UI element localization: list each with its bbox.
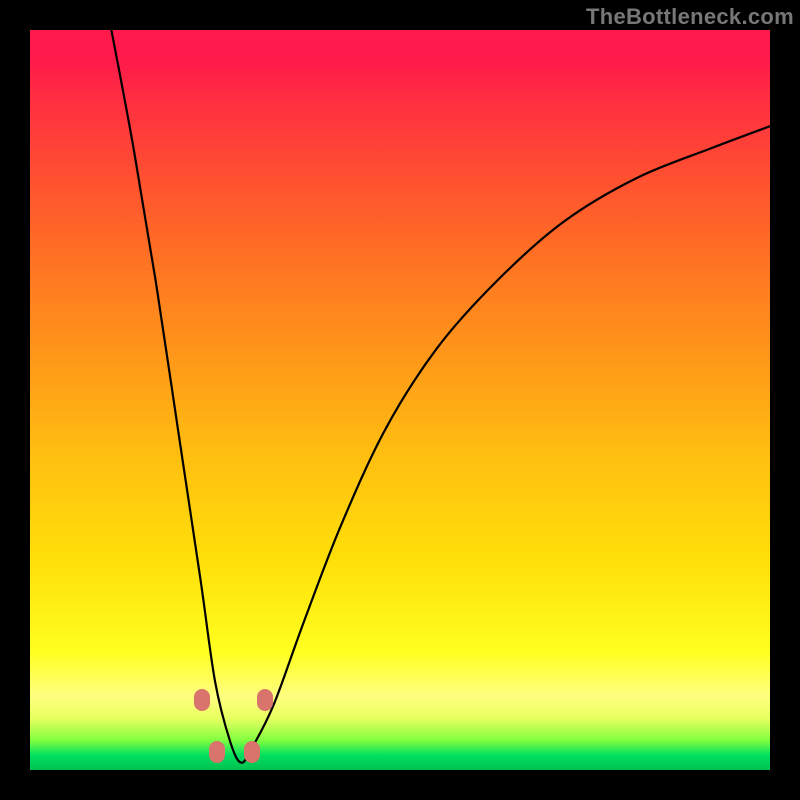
curve-marker-1 — [209, 741, 225, 763]
curve-marker-2 — [244, 741, 260, 763]
curve-marker-0 — [194, 689, 210, 711]
bottleneck-curve — [111, 30, 770, 763]
chart-stage: TheBottleneck.com — [0, 0, 800, 800]
curve-svg — [30, 30, 770, 770]
plot-area — [30, 30, 770, 770]
watermark-text: TheBottleneck.com — [586, 4, 794, 30]
curve-marker-3 — [257, 689, 273, 711]
